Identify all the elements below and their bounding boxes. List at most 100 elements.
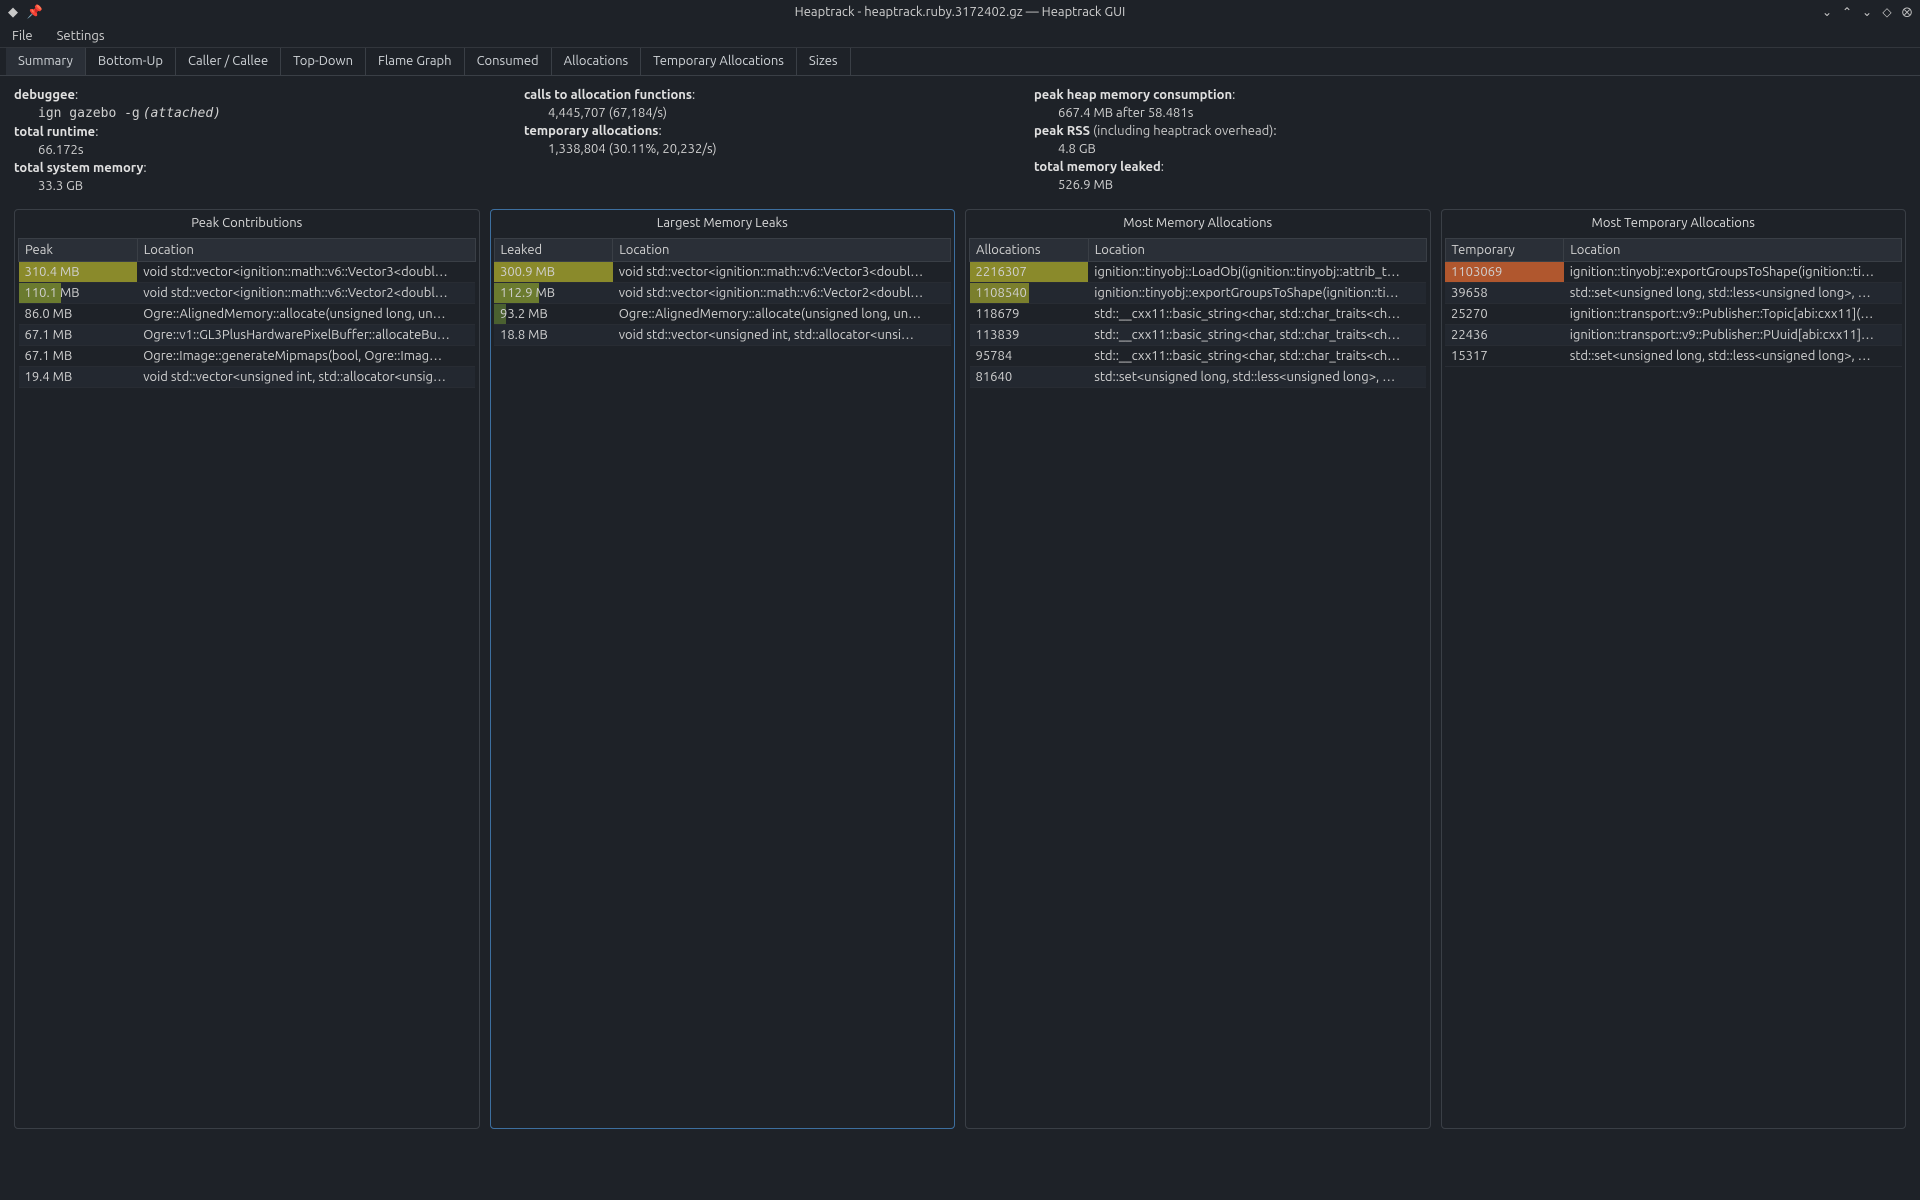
metric-cell: 39658 (1445, 283, 1564, 304)
alloc-col2[interactable]: Location (1088, 239, 1426, 262)
peak-rss-label: peak RSS (1034, 124, 1090, 138)
table-row[interactable]: 67.1 MBOgre::v1::GL3PlusHardwarePixelBuf… (19, 325, 476, 346)
table-row[interactable]: 25270ignition::transport::v9::Publisher:… (1445, 304, 1902, 325)
table-row[interactable]: 18.8 MBvoid std::vector<unsigned int, st… (494, 325, 951, 346)
metric-cell: 86.0 MB (19, 304, 138, 325)
metric-cell: 25270 (1445, 304, 1564, 325)
panel-temp-title: Most Temporary Allocations (1442, 210, 1906, 238)
metric-cell: 2216307 (970, 262, 1089, 283)
debuggee-cmd: ign gazebo -g (38, 106, 140, 121)
location-cell: std::set<unsigned long, std::less<unsign… (1564, 346, 1902, 367)
menu-file[interactable]: File (0, 25, 45, 47)
table-row[interactable]: 1103069ignition::tinyobj::exportGroupsTo… (1445, 262, 1902, 283)
metric-cell: 93.2 MB (494, 304, 613, 325)
metric-cell: 1108540 (970, 283, 1089, 304)
tab-consumed[interactable]: Consumed (465, 48, 552, 75)
total-runtime-label: total runtime (14, 125, 95, 139)
location-cell: ignition::tinyobj::exportGroupsToShape(i… (1088, 283, 1426, 304)
table-row[interactable]: 39658std::set<unsigned long, std::less<u… (1445, 283, 1902, 304)
peak-rss-note: (including heaptrack overhead) (1093, 124, 1273, 138)
location-cell: Ogre::AlignedMemory::allocate(unsigned l… (613, 304, 951, 325)
table-row[interactable]: 310.4 MBvoid std::vector<ignition::math:… (19, 262, 476, 283)
metric-cell: 19.4 MB (19, 367, 138, 388)
location-cell: std::__cxx11::basic_string<char, std::ch… (1088, 346, 1426, 367)
tab-top-down[interactable]: Top-Down (281, 48, 366, 75)
metric-cell: 18.8 MB (494, 325, 613, 346)
metric-cell: 95784 (970, 346, 1089, 367)
table-row[interactable]: 67.1 MBOgre::Image::generateMipmaps(bool… (19, 346, 476, 367)
temp-alloc-value: 1,338,804 (30.11%, 20,232/s) (524, 140, 834, 158)
tab-temporary-allocations[interactable]: Temporary Allocations (641, 48, 797, 75)
location-cell: std::__cxx11::basic_string<char, std::ch… (1088, 304, 1426, 325)
table-row[interactable]: 113839std::__cxx11::basic_string<char, s… (970, 325, 1427, 346)
table-row[interactable]: 300.9 MBvoid std::vector<ignition::math:… (494, 262, 951, 283)
calls-label: calls to allocation functions (524, 88, 692, 102)
metric-cell: 118679 (970, 304, 1089, 325)
table-row[interactable]: 22436ignition::transport::v9::Publisher:… (1445, 325, 1902, 346)
tab-summary[interactable]: Summary (6, 48, 86, 75)
metric-cell: 81640 (970, 367, 1089, 388)
peak-col1[interactable]: Peak (19, 239, 138, 262)
location-cell: void std::vector<ignition::math::v6::Vec… (613, 283, 951, 304)
temp-col2[interactable]: Location (1564, 239, 1902, 262)
metric-cell: 67.1 MB (19, 325, 138, 346)
location-cell: Ogre::Image::generateMipmaps(bool, Ogre:… (137, 346, 475, 367)
peak-heap-label: peak heap memory consumption (1034, 88, 1232, 102)
leaked-value: 526.9 MB (1034, 176, 1344, 194)
table-row[interactable]: 95784std::__cxx11::basic_string<char, st… (970, 346, 1427, 367)
total-sys-mem: 33.3 GB (14, 177, 324, 195)
temp-col1[interactable]: Temporary (1445, 239, 1564, 262)
location-cell: ignition::tinyobj::LoadObj(ignition::tin… (1088, 262, 1426, 283)
location-cell: std::set<unsigned long, std::less<unsign… (1564, 283, 1902, 304)
location-cell: void std::vector<unsigned int, std::allo… (137, 367, 475, 388)
table-row[interactable]: 81640std::set<unsigned long, std::less<u… (970, 367, 1427, 388)
location-cell: void std::vector<ignition::math::v6::Vec… (613, 262, 951, 283)
metric-cell: 113839 (970, 325, 1089, 346)
alloc-col1[interactable]: Allocations (970, 239, 1089, 262)
debuggee-label: debuggee (14, 88, 75, 102)
table-row[interactable]: 112.9 MBvoid std::vector<ignition::math:… (494, 283, 951, 304)
leaks-col1[interactable]: Leaked (494, 239, 613, 262)
tab-sizes[interactable]: Sizes (797, 48, 851, 75)
tab-allocations[interactable]: Allocations (552, 48, 642, 75)
table-row[interactable]: 2216307ignition::tinyobj::LoadObj(igniti… (970, 262, 1427, 283)
location-cell: std::__cxx11::basic_string<char, std::ch… (1088, 325, 1426, 346)
location-cell: Ogre::v1::GL3PlusHardwarePixelBuffer::al… (137, 325, 475, 346)
tab-caller-callee[interactable]: Caller / Callee (176, 48, 281, 75)
table-row[interactable]: 118679std::__cxx11::basic_string<char, s… (970, 304, 1427, 325)
location-cell: void std::vector<ignition::math::v6::Vec… (137, 262, 475, 283)
panel-leaks: Largest Memory Leaks Leaked Location 300… (490, 209, 956, 1129)
table-row[interactable]: 1108540ignition::tinyobj::exportGroupsTo… (970, 283, 1427, 304)
table-row[interactable]: 86.0 MBOgre::AlignedMemory::allocate(uns… (19, 304, 476, 325)
summary-info: debuggee: ign gazebo -g (attached) total… (14, 86, 1906, 195)
peak-heap-value: 667.4 MB after 58.481s (1034, 104, 1344, 122)
location-cell: Ogre::AlignedMemory::allocate(unsigned l… (137, 304, 475, 325)
table-row[interactable]: 15317std::set<unsigned long, std::less<u… (1445, 346, 1902, 367)
location-cell: ignition::transport::v9::Publisher::Topi… (1564, 304, 1902, 325)
panel-leaks-title: Largest Memory Leaks (491, 210, 955, 238)
panel-temp: Most Temporary Allocations Temporary Loc… (1441, 209, 1907, 1129)
panel-peak-title: Peak Contributions (15, 210, 479, 238)
location-cell: std::set<unsigned long, std::less<unsign… (1088, 367, 1426, 388)
temp-alloc-label: temporary allocations (524, 124, 658, 138)
metric-cell: 110.1 MB (19, 283, 138, 304)
total-runtime: 66.172s (14, 141, 324, 159)
metric-cell: 310.4 MB (19, 262, 138, 283)
menu-settings[interactable]: Settings (45, 25, 117, 47)
metric-cell: 300.9 MB (494, 262, 613, 283)
debuggee-note: (attached) (143, 106, 221, 121)
location-cell: ignition::tinyobj::exportGroupsToShape(i… (1564, 262, 1902, 283)
tab-flame-graph[interactable]: Flame Graph (366, 48, 465, 75)
peak-col2[interactable]: Location (137, 239, 475, 262)
table-row[interactable]: 110.1 MBvoid std::vector<ignition::math:… (19, 283, 476, 304)
calls-value: 4,445,707 (67,184/s) (524, 104, 834, 122)
window-title: Heaptrack - heaptrack.ruby.3172402.gz — … (0, 5, 1920, 19)
table-row[interactable]: 93.2 MBOgre::AlignedMemory::allocate(uns… (494, 304, 951, 325)
table-row[interactable]: 19.4 MBvoid std::vector<unsigned int, st… (19, 367, 476, 388)
panel-alloc-title: Most Memory Allocations (966, 210, 1430, 238)
panel-peak: Peak Contributions Peak Location 310.4 M… (14, 209, 480, 1129)
peak-rss-value: 4.8 GB (1034, 140, 1344, 158)
tab-bottom-up[interactable]: Bottom-Up (86, 48, 176, 75)
leaks-col2[interactable]: Location (613, 239, 951, 262)
location-cell: void std::vector<ignition::math::v6::Vec… (137, 283, 475, 304)
